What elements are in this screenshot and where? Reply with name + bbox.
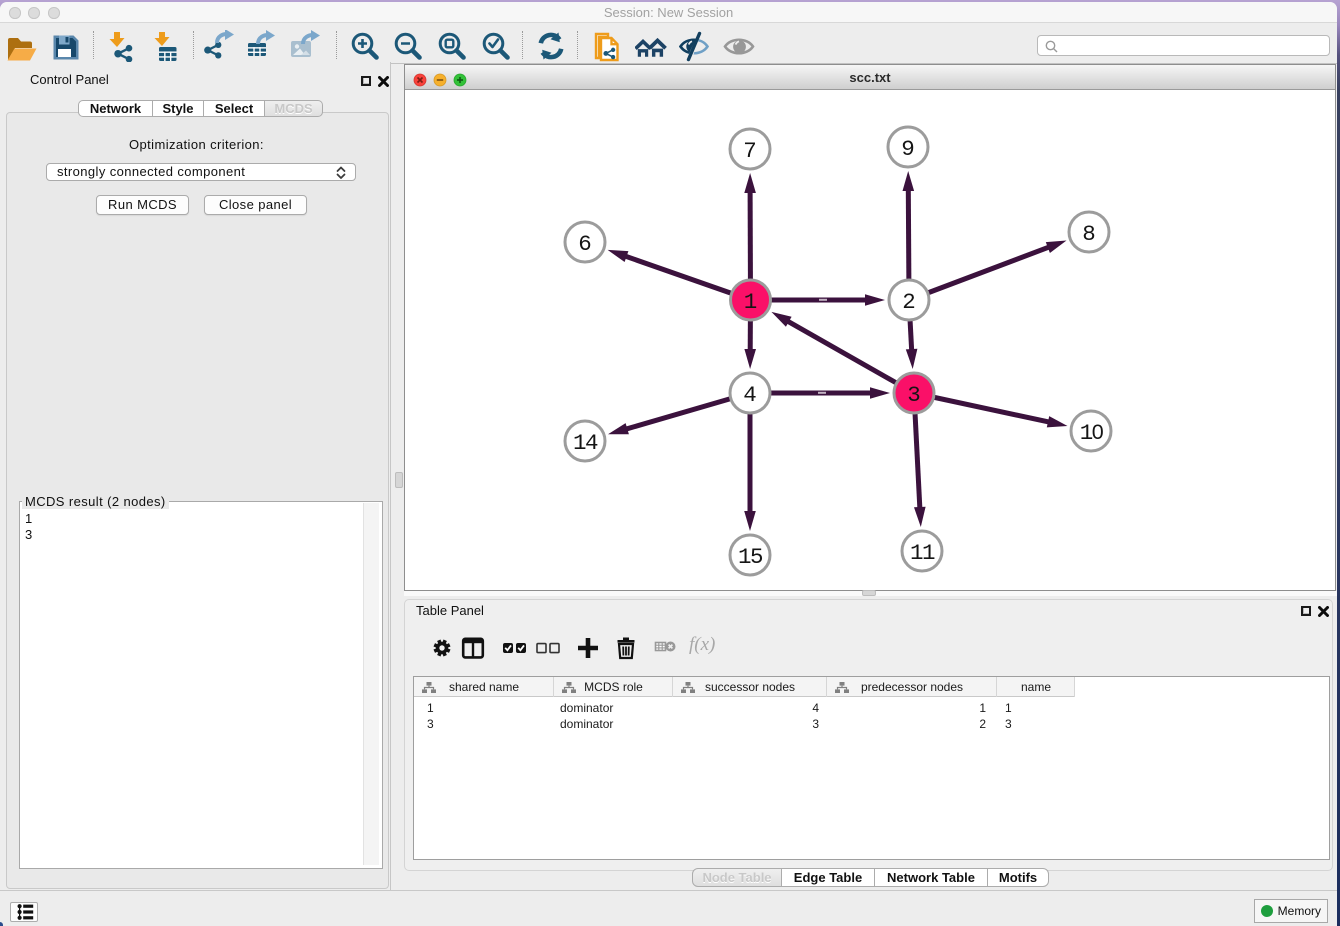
svg-text:14: 14 (573, 430, 598, 456)
svg-text:7: 7 (743, 138, 757, 164)
svg-text:3: 3 (907, 382, 921, 408)
svg-text:15: 15 (738, 544, 763, 570)
svg-text:11: 11 (910, 540, 935, 566)
svg-text:9: 9 (901, 136, 915, 162)
svg-text:10: 10 (1080, 420, 1104, 446)
svg-text:1: 1 (744, 289, 758, 315)
svg-text:2: 2 (902, 289, 916, 315)
svg-text:4: 4 (743, 382, 757, 408)
svg-text:6: 6 (578, 231, 592, 257)
svg-text:8: 8 (1082, 221, 1096, 247)
